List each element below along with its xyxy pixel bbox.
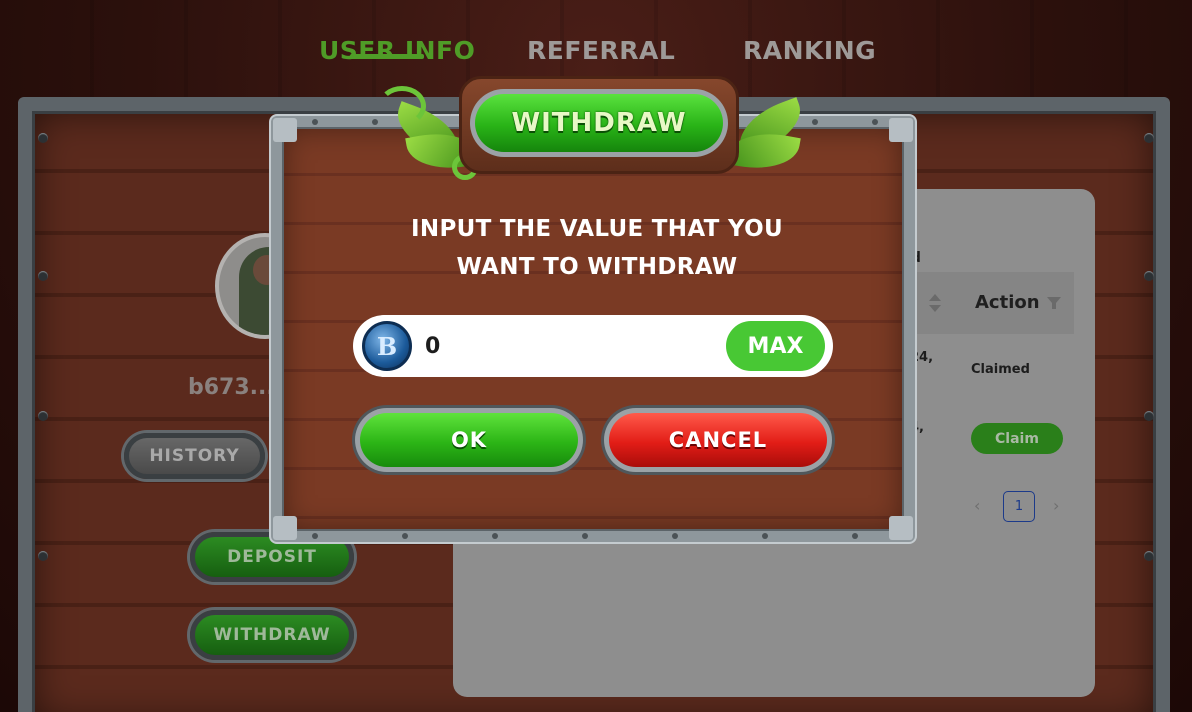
tab-ranking[interactable]: RANKING xyxy=(743,36,876,65)
pagination-next[interactable]: › xyxy=(1053,496,1059,515)
top-nav: USER INFO REFERRAL RANKING xyxy=(0,36,1192,76)
rivet xyxy=(38,133,48,143)
rivet xyxy=(1144,551,1154,561)
rivet xyxy=(372,119,378,125)
rivet xyxy=(402,533,408,539)
modal-corner xyxy=(889,118,913,142)
withdraw-title-banner: WITHDRAW xyxy=(470,89,728,157)
action-column-header: Action xyxy=(975,292,1040,313)
ok-button[interactable]: OK xyxy=(355,408,583,472)
rivet xyxy=(872,119,878,125)
claim-button[interactable]: Claim xyxy=(971,423,1063,454)
coin-letter: B xyxy=(376,331,398,361)
active-tab-indicator xyxy=(350,54,424,59)
rivet xyxy=(38,411,48,421)
rivet xyxy=(492,533,498,539)
rivet xyxy=(312,533,318,539)
modal-corner xyxy=(273,516,297,540)
cancel-button-label: CANCEL xyxy=(609,413,827,467)
sort-icon[interactable] xyxy=(928,292,942,314)
tab-user-info[interactable]: USER INFO xyxy=(319,36,475,65)
rivet xyxy=(672,533,678,539)
history-button[interactable]: HISTORY xyxy=(124,433,265,479)
rivet xyxy=(852,533,858,539)
username: b673... xyxy=(188,375,275,400)
rivet xyxy=(38,551,48,561)
coin-icon: B xyxy=(362,321,412,371)
tab-referral[interactable]: REFERRAL xyxy=(527,36,675,65)
rivet xyxy=(1144,411,1154,421)
pagination-prev[interactable]: ‹ xyxy=(974,496,980,515)
rivet xyxy=(762,533,768,539)
modal-corner xyxy=(889,516,913,540)
rivet xyxy=(38,271,48,281)
modal-title: INPUT THE VALUE THAT YOU WANT TO WITHDRA… xyxy=(300,210,894,286)
vine-decoration xyxy=(378,86,426,126)
status-claimed: Claimed xyxy=(971,362,1030,377)
rivet xyxy=(582,533,588,539)
filter-icon[interactable] xyxy=(1047,296,1061,310)
max-button[interactable]: MAX xyxy=(726,321,825,371)
withdraw-button[interactable]: WITHDRAW xyxy=(190,610,354,660)
modal-title-line: INPUT THE VALUE THAT YOU xyxy=(411,216,783,242)
rivet xyxy=(312,119,318,125)
ok-button-label: OK xyxy=(360,413,578,467)
modal-corner xyxy=(273,118,297,142)
cancel-button[interactable]: CANCEL xyxy=(604,408,832,472)
pagination-page[interactable]: 1 xyxy=(1003,491,1035,522)
rivet xyxy=(1144,133,1154,143)
withdraw-title: WITHDRAW xyxy=(475,94,723,152)
rivet xyxy=(1144,271,1154,281)
rivet xyxy=(812,119,818,125)
amount-input[interactable] xyxy=(425,330,705,362)
modal-title-line: WANT TO WITHDRAW xyxy=(456,254,738,280)
